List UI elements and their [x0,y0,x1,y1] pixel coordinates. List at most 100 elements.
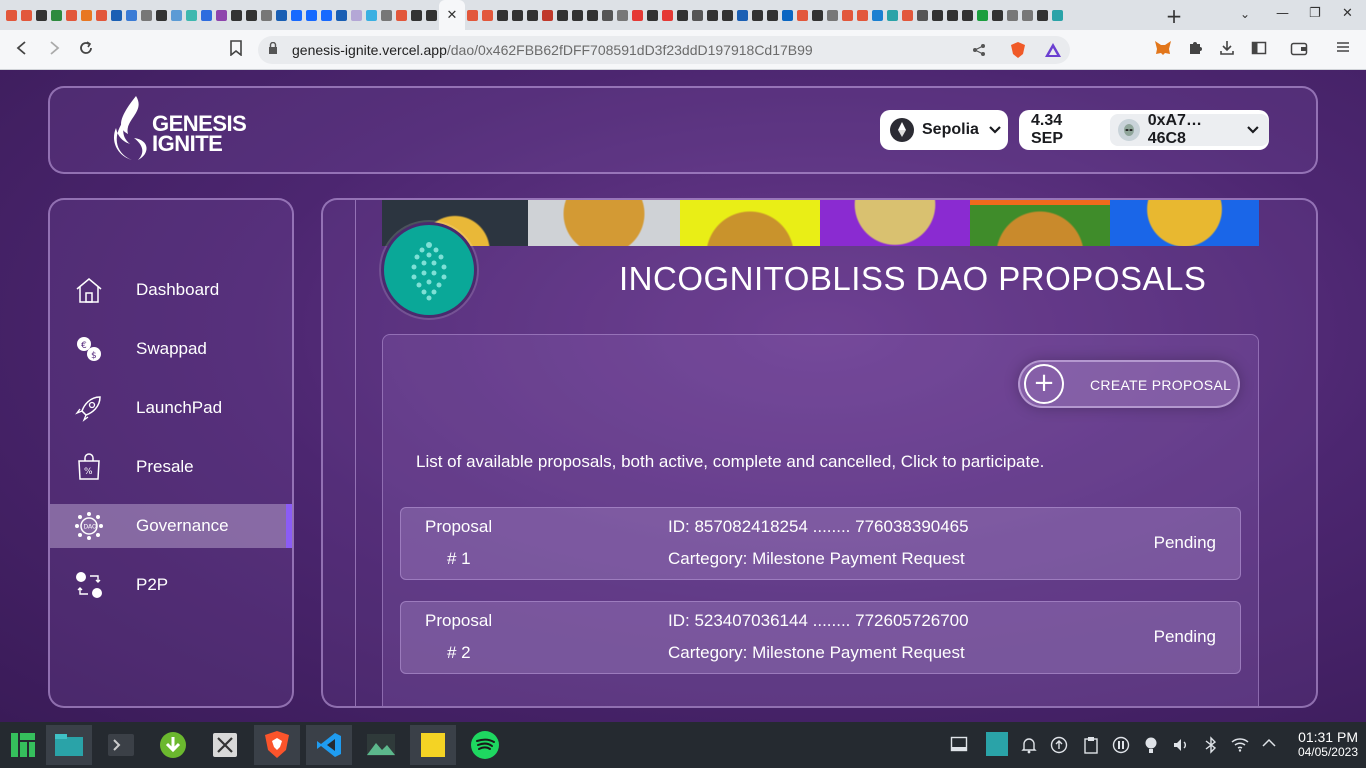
reload-button[interactable] [76,40,96,60]
browser-tab[interactable] [945,0,960,30]
brave-rewards-icon[interactable] [1044,42,1062,58]
browser-tab[interactable] [630,0,645,30]
wallet-address-pill[interactable]: 0xA7…46C8 [1109,112,1269,147]
active-browser-tab[interactable]: ✕ [439,0,465,30]
bookmark-button[interactable] [226,40,246,60]
proposal-row[interactable]: Proposal # 1 ID: 857082418254 ........ 7… [400,507,1241,580]
browser-tab[interactable] [424,0,439,30]
browser-tab[interactable] [154,0,169,30]
taskbar-xournal[interactable] [202,725,248,765]
browser-tab[interactable] [855,0,870,30]
browser-tab[interactable] [930,0,945,30]
browser-tab[interactable] [214,0,229,30]
browser-tab[interactable] [1050,0,1065,30]
browser-tab[interactable] [304,0,319,30]
browser-tab[interactable] [274,0,289,30]
browser-tab[interactable] [690,0,705,30]
browser-tab[interactable] [94,0,109,30]
proposal-row[interactable]: Proposal # 2 ID: 523407036144 ........ 7… [400,601,1241,674]
browser-tab[interactable] [870,0,885,30]
restore-button[interactable]: ❐ [1309,6,1321,21]
browser-tab[interactable] [1035,0,1050,30]
browser-tab[interactable] [1005,0,1020,30]
browser-tab[interactable] [319,0,334,30]
extensions-button[interactable] [1186,40,1204,58]
browser-tab[interactable] [244,0,259,30]
account-button[interactable]: 4.34 SEP 0xA7…46C8 [1019,110,1269,150]
share-icon[interactable] [972,43,986,57]
genesis-ignite-logo[interactable]: GENESIS IGNITE [106,94,256,166]
browser-tab[interactable] [259,0,274,30]
browser-tab[interactable] [900,0,915,30]
address-bar[interactable]: genesis-ignite.vercel.app/dao/0x462FBB62… [258,36,1070,64]
browser-tab[interactable] [585,0,600,30]
browser-tab[interactable] [720,0,735,30]
wifi-icon[interactable] [1230,736,1249,754]
browser-tab[interactable] [199,0,214,30]
downloads-button[interactable] [1218,40,1236,58]
browser-tab[interactable] [600,0,615,30]
notifications-icon[interactable] [1020,736,1038,754]
browser-tab[interactable] [765,0,780,30]
night-light-icon[interactable] [1142,736,1160,754]
sidebar-item-swappad[interactable]: € $ Swappad [50,327,292,371]
browser-tab[interactable] [184,0,199,30]
browser-tab[interactable] [379,0,394,30]
browser-tab[interactable] [840,0,855,30]
clipboard-icon[interactable] [1082,736,1100,754]
browser-tab[interactable] [675,0,690,30]
browser-tab[interactable] [334,0,349,30]
taskbar-spotify[interactable] [462,725,508,765]
browser-tab[interactable] [645,0,660,30]
taskbar-brave[interactable] [254,725,300,765]
browser-tab[interactable] [169,0,184,30]
taskbar-file-manager[interactable] [46,725,92,765]
media-player-icon[interactable] [1112,736,1130,754]
system-clock[interactable]: 01:31 PM 04/05/2023 [1298,729,1358,759]
update-icon[interactable] [1050,736,1068,754]
browser-tab[interactable] [990,0,1005,30]
browser-tab[interactable] [109,0,124,30]
taskbar-vscode[interactable] [306,725,352,765]
browser-tab[interactable] [810,0,825,30]
metamask-extension-icon[interactable] [1154,40,1172,58]
browser-tab[interactable] [570,0,585,30]
sidebar-item-governance[interactable]: DAO Governance [50,504,292,548]
browser-tab[interactable] [229,0,244,30]
browser-tab[interactable] [1020,0,1035,30]
network-selector[interactable]: Sepolia [880,110,1008,150]
browser-tab[interactable] [34,0,49,30]
browser-tab[interactable] [825,0,840,30]
browser-tab[interactable] [289,0,304,30]
volume-icon[interactable] [1172,736,1190,754]
browser-tab[interactable] [915,0,930,30]
browser-tab[interactable] [885,0,900,30]
browser-tab[interactable] [364,0,379,30]
wallet-button[interactable] [1290,40,1308,58]
browser-tab[interactable] [49,0,64,30]
close-window-button[interactable]: ✕ [1342,6,1353,21]
close-tab-icon[interactable]: ✕ [447,9,458,22]
browser-tab[interactable] [615,0,630,30]
browser-tab[interactable] [124,0,139,30]
browser-tab[interactable] [525,0,540,30]
workspace-pager[interactable] [986,732,1008,756]
sidebar-toggle-button[interactable] [1250,40,1268,58]
taskbar-image-viewer[interactable] [358,725,404,765]
sidebar-item-presale[interactable]: % Presale [50,445,292,489]
new-tab-button[interactable]: + [1164,4,1184,28]
browser-tab[interactable] [540,0,555,30]
browser-tab[interactable] [4,0,19,30]
sidebar-item-p2p[interactable]: P2P [50,563,292,607]
tray-expand-icon[interactable] [1260,736,1278,754]
taskbar-notes[interactable] [410,725,456,765]
sidebar-item-dashboard[interactable]: Dashboard [50,268,292,312]
browser-tab[interactable] [394,0,409,30]
sidebar-item-launchpad[interactable]: LaunchPad [50,386,292,430]
browser-tab[interactable] [750,0,765,30]
forward-button[interactable] [44,40,64,60]
taskbar-terminal[interactable] [98,725,144,765]
minimize-button[interactable]: — [1276,6,1289,21]
browser-tab[interactable] [555,0,570,30]
browser-tab[interactable] [465,0,480,30]
